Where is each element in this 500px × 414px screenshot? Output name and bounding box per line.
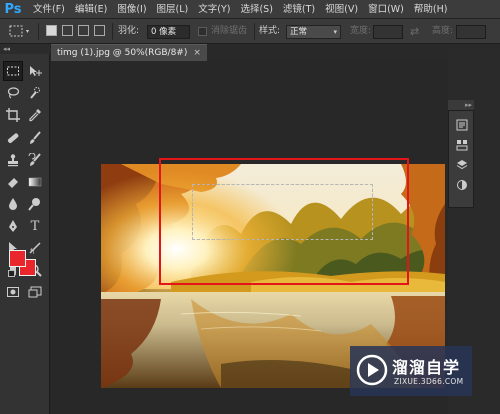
watermark-url: ZIXUE.3D66.COM	[394, 377, 464, 386]
subtract-from-selection-button[interactable]	[78, 25, 89, 36]
pen-icon	[9, 220, 17, 232]
eraser-tool[interactable]	[3, 172, 23, 192]
menu-bar: Ps 文件(F) 编辑(E) 图像(I) 图层(L) 文字(Y) 选择(S) 滤…	[0, 0, 500, 19]
style-label: 样式:	[259, 26, 281, 36]
swap-colors-icon[interactable]: ↰	[29, 247, 36, 256]
lasso-icon	[7, 87, 20, 99]
stamp-icon	[8, 154, 18, 167]
brush-icon	[30, 131, 41, 144]
menu-layer[interactable]: 图层(L)	[152, 0, 194, 19]
layers-icon	[456, 160, 468, 170]
dodge-icon	[28, 198, 40, 211]
type-tool[interactable]: T	[25, 216, 45, 236]
collapsed-panels	[448, 110, 474, 208]
default-colors-icon[interactable]	[8, 270, 15, 277]
foreground-color-swatch[interactable]	[9, 250, 26, 267]
separator	[112, 23, 113, 40]
history-brush-icon	[28, 153, 41, 166]
antialias-label: 消除锯齿	[211, 26, 248, 36]
watermark: 溜溜自学 ZIXUE.3D66.COM	[350, 346, 472, 396]
add-to-selection-button[interactable]	[62, 25, 73, 36]
history-brush-tool[interactable]	[25, 150, 45, 170]
height-label: 高度:	[432, 26, 454, 36]
gradient-tool[interactable]	[25, 172, 45, 192]
menu-filter[interactable]: 滤镜(T)	[278, 0, 320, 19]
menu-help[interactable]: 帮助(H)	[409, 0, 453, 19]
quick-selection-icon	[30, 87, 40, 99]
new-selection-button[interactable]	[46, 25, 57, 36]
photoshop-logo: Ps	[4, 2, 22, 17]
tools-panel: ◂◂ T ↰	[0, 44, 50, 414]
document-tab[interactable]: timg (1).jpg @ 50%(RGB/8#) ×	[51, 44, 207, 61]
brush-tool[interactable]	[25, 128, 45, 148]
play-logo-icon	[356, 354, 388, 386]
crop-icon	[6, 108, 20, 122]
options-bar: 羽化: 0 像素 消除锯齿 样式: 正常 ▾ 宽度: ⇄ 高度:	[0, 19, 500, 44]
menu-edit[interactable]: 编辑(E)	[70, 0, 112, 19]
rectangular-marquee-tool[interactable]	[3, 61, 23, 81]
highlight-box	[159, 158, 409, 285]
width-label: 宽度:	[350, 26, 372, 36]
eyedropper-icon	[29, 109, 41, 122]
move-icon	[30, 66, 42, 76]
quick-mask-icon	[7, 287, 19, 297]
pen-tool[interactable]	[3, 216, 23, 236]
properties-panel-button[interactable]	[454, 137, 470, 153]
style-select-value: 正常	[290, 27, 308, 37]
screen-mode-button[interactable]	[25, 282, 45, 302]
spot-healing-tool[interactable]	[3, 128, 23, 148]
properties-icon	[456, 140, 468, 151]
adjustments-icon	[457, 180, 467, 190]
history-panel-button[interactable]	[454, 117, 470, 133]
intersect-selection-button[interactable]	[94, 25, 105, 36]
drop-icon	[9, 198, 17, 210]
watermark-title: 溜溜自学	[392, 358, 461, 377]
feather-label: 羽化:	[118, 26, 140, 36]
tool-preset-picker[interactable]	[8, 24, 32, 39]
swap-dimensions-icon[interactable]: ⇄	[410, 19, 419, 44]
marquee-preset-icon	[9, 25, 29, 37]
tools-panel-collapse[interactable]: ◂◂	[0, 44, 50, 54]
crop-tool[interactable]	[3, 105, 23, 125]
screen-mode-icon	[28, 286, 42, 298]
eyedropper-tool[interactable]	[25, 105, 45, 125]
menu-items: 文件(F) 编辑(E) 图像(I) 图层(L) 文字(Y) 选择(S) 滤镜(T…	[28, 0, 452, 19]
document-tab-title: timg (1).jpg @ 50%(RGB/8#)	[57, 48, 188, 58]
type-icon: T	[30, 218, 40, 234]
separator	[254, 23, 255, 40]
dodge-tool[interactable]	[25, 194, 45, 214]
dock-collapse[interactable]: ▸▸	[448, 100, 474, 110]
menu-view[interactable]: 视图(V)	[320, 0, 363, 19]
marquee-icon	[7, 66, 19, 76]
separator	[38, 23, 39, 40]
feather-input[interactable]: 0 像素	[147, 25, 190, 39]
adjustments-panel-button[interactable]	[454, 177, 470, 193]
menu-type[interactable]: 文字(Y)	[193, 0, 235, 19]
quick-mask-button[interactable]	[3, 282, 23, 302]
close-icon[interactable]: ×	[193, 48, 201, 58]
layers-panel-button[interactable]	[454, 157, 470, 173]
gradient-icon	[28, 177, 42, 187]
menu-select[interactable]: 选择(S)	[235, 0, 277, 19]
antialias-checkbox[interactable]	[198, 27, 207, 36]
quick-selection-tool[interactable]	[25, 83, 45, 103]
blur-tool[interactable]	[3, 194, 23, 214]
eraser-icon	[8, 178, 18, 188]
clone-stamp-tool[interactable]	[3, 150, 23, 170]
lasso-tool[interactable]	[3, 83, 23, 103]
history-icon	[456, 119, 468, 131]
move-tool[interactable]	[25, 61, 45, 81]
style-select[interactable]: 正常 ▾	[286, 25, 341, 39]
bandage-icon	[7, 133, 19, 143]
width-input[interactable]	[373, 25, 403, 39]
height-input[interactable]	[456, 25, 486, 39]
document-tab-strip: timg (1).jpg @ 50%(RGB/8#) ×	[51, 44, 448, 61]
menu-file[interactable]: 文件(F)	[28, 0, 70, 19]
chevron-down-icon: ▾	[333, 28, 337, 36]
menu-image[interactable]: 图像(I)	[112, 0, 151, 19]
menu-window[interactable]: 窗口(W)	[363, 0, 409, 19]
